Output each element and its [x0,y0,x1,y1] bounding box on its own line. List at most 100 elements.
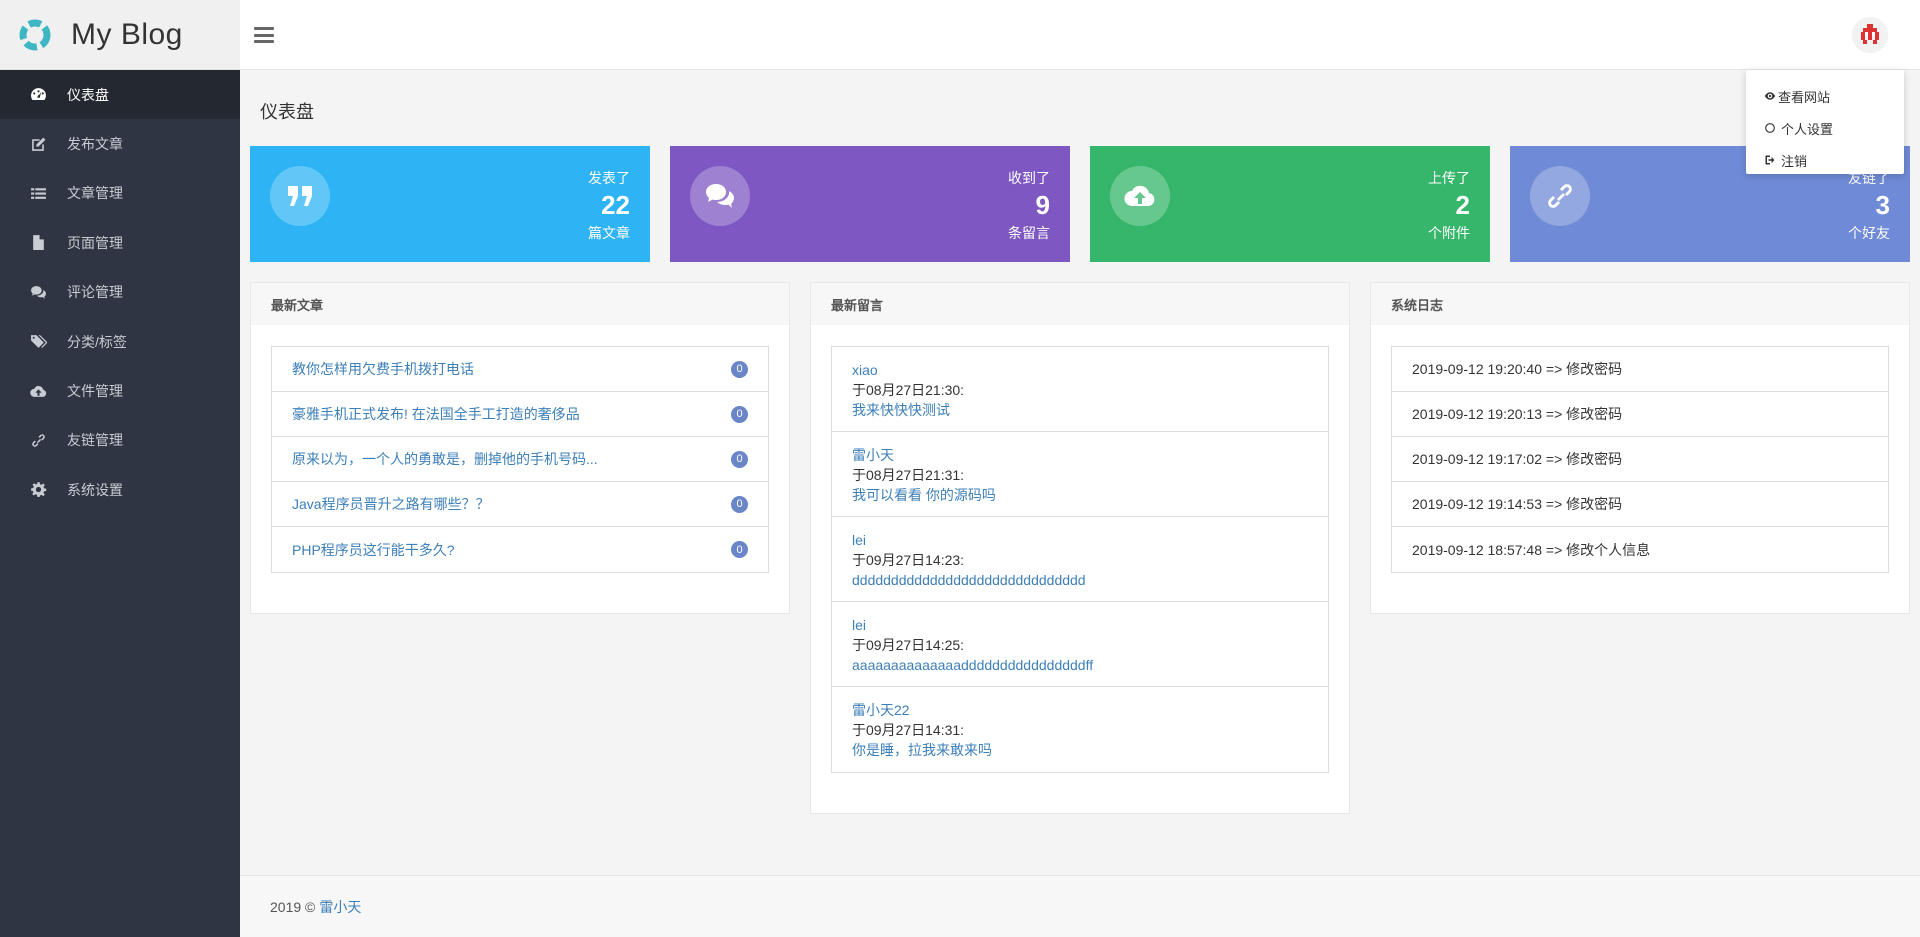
panel-title: 系统日志 [1371,283,1909,325]
settings-icon [1765,123,1775,133]
quote-icon [270,166,330,226]
cloud-upload-icon [28,381,48,401]
sidebar-item-pages[interactable]: 页面管理 [0,218,240,267]
list-item: PHP程序员这行能干多久? 0 [272,527,768,572]
sidebar-item-label: 系统设置 [67,481,123,498]
logo-icon [19,19,51,50]
comment-author[interactable]: 雷小天22 [852,700,1308,720]
comment-author[interactable]: 雷小天 [852,445,1308,465]
stat-label-top: 发表了 [588,170,630,186]
comment-time: 于08月27日21:30: [852,382,965,398]
list-item: lei 于09月27日14:23: dddddddddddddddddddddd… [832,517,1328,602]
dropdown-item-label: 个人设置 [1781,121,1834,137]
comment-author[interactable]: xiao [852,360,1308,380]
brand-title: My Blog [71,17,183,51]
comments-icon [690,166,750,226]
comment-content[interactable]: 我来快快快测试 [852,400,1308,420]
sidebar-item-files[interactable]: 文件管理 [0,366,240,415]
stat-value: 2 [1455,190,1470,220]
log-entry: 2019-09-12 19:20:13 => 修改密码 [1392,392,1888,437]
article-link[interactable]: 原来以为，一个人的勇敢是，删掉他的手机号码... [292,449,731,469]
article-link[interactable]: Java程序员晋升之路有哪些？？ [292,494,731,514]
dashboard-icon [28,85,48,105]
stat-label-bottom: 个好友 [1848,225,1890,241]
tags-icon [28,332,48,352]
comment-count-badge: 0 [731,495,748,513]
avatar-icon [1852,17,1888,53]
sidebar-item-label: 文件管理 [67,383,123,400]
article-link[interactable]: PHP程序员这行能干多久? [292,540,731,560]
log-entry: 2019-09-12 19:14:53 => 修改密码 [1392,482,1888,527]
system-log-panel: 系统日志 2019-09-12 19:20:40 => 修改密码 2019-09… [1370,282,1910,614]
comment-content[interactable]: aaaaaaaaaaaaaaddddddddddddddddff [852,655,1308,675]
comment-time: 于09月27日14:31: [852,722,965,738]
stat-card-comments[interactable]: 收到了 9 条留言 [670,146,1070,262]
comment-count-badge: 0 [731,450,748,468]
stat-value: 3 [1875,190,1890,220]
sidebar-item-tags[interactable]: 分类/标签 [0,317,240,366]
comments-icon [28,282,48,302]
comment-content[interactable]: dddddddddddddddddddddddddddddd [852,570,1308,590]
link-icon [28,430,48,450]
page-title: 仪表盘 [260,102,314,122]
article-link[interactable]: 豪雅手机正式发布! 在法国全手工打造的奢侈品 [292,404,731,424]
comment-author[interactable]: lei [852,615,1308,635]
comment-author[interactable]: lei [852,530,1308,550]
logout-menu-item[interactable]: 注销 [1746,144,1904,176]
stat-value: 9 [1035,190,1050,220]
sidebar-item-dashboard[interactable]: 仪表盘 [0,70,240,120]
sidebar-item-label: 分类/标签 [67,333,127,350]
list-item: xiao 于08月27日21:30: 我来快快快测试 [832,347,1328,432]
sidebar-item-label: 仪表盘 [67,86,109,103]
list-icon [28,183,48,203]
stat-label-bottom: 篇文章 [588,225,630,241]
stat-card-attachments[interactable]: 上传了 2 个附件 [1090,146,1490,262]
log-entry: 2019-09-12 18:57:48 => 修改个人信息 [1412,541,1651,558]
sidebar-item-label: 评论管理 [67,284,123,301]
comment-content[interactable]: 你是睡，拉我来敢来吗 [852,740,1308,760]
gear-icon [28,480,48,500]
sidebar-item-label: 文章管理 [67,185,123,202]
article-list: 教你怎样用欠费手机拨打电话 0 豪雅手机正式发布! 在法国全手工打造的奢侈品 0 原… [271,346,769,573]
comment-time: 于09月27日14:25: [852,637,965,653]
list-item: 原来以为，一个人的勇敢是，删掉他的手机号码... 0 [272,437,768,482]
stat-label-bottom: 个附件 [1428,225,1470,241]
list-item: Java程序员晋升之路有哪些？？ 0 [272,482,768,527]
stat-card-articles[interactable]: 发表了 22 篇文章 [250,146,650,262]
sidebar-item-links[interactable]: 友链管理 [0,416,240,465]
sidebar-item-articles[interactable]: 文章管理 [0,169,240,218]
footer: 2019 © 雷小天 [240,875,1920,937]
stat-label-top: 收到了 [1008,170,1050,186]
article-link[interactable]: 教你怎样用欠费手机拨打电话 [292,359,731,379]
panel-title: 最新留言 [811,283,1349,325]
comment-time: 于09月27日14:23: [852,552,965,568]
author-link[interactable]: 雷小天 [319,897,361,917]
avatar[interactable] [1852,17,1888,53]
comment-content[interactable]: 我可以看看 你的源码吗 [852,485,1308,505]
log-entry: 2019-09-12 19:17:02 => 修改密码 [1392,437,1888,482]
user-dropdown: 查看网站 个人设置 注销 [1746,70,1904,174]
list-item: 雷小天 于08月27日21:31: 我可以看看 你的源码吗 [832,432,1328,517]
sidebar-item-publish[interactable]: 发布文章 [0,119,240,168]
settings-menu-item[interactable]: 个人设置 [1746,112,1904,144]
file-icon [28,233,48,253]
comment-count-badge: 0 [731,405,748,423]
latest-comments-panel: 最新留言 xiao 于08月27日21:30: 我来快快快测试 雷小天 于08月… [810,282,1350,814]
brand: My Blog [0,0,240,70]
sidebar-item-settings[interactable]: 系统设置 [0,465,240,514]
sidebar-item-comments[interactable]: 评论管理 [0,268,240,317]
sidebar-item-label: 友链管理 [67,432,123,449]
sidebar: 仪表盘 发布文章 文章管理 页面管理 评论管理 分类/标签 文件管理 友链管理 … [0,70,240,937]
list-item: 教你怎样用欠费手机拨打电话 0 [272,347,768,392]
dropdown-item-label: 注销 [1781,153,1808,169]
comment-list: xiao 于08月27日21:30: 我来快快快测试 雷小天 于08月27日21… [831,346,1329,773]
copyright-text: 2019 © [270,898,316,915]
menu-toggle-icon[interactable] [254,24,274,46]
edit-icon [28,134,48,154]
list-item: 雷小天22 于09月27日14:31: 你是睡，拉我来敢来吗 [832,687,1328,772]
view-site-menu-item[interactable]: 查看网站 [1746,80,1904,112]
stat-label-top: 上传了 [1428,170,1470,186]
comment-count-badge: 0 [731,360,748,378]
link-icon [1530,166,1590,226]
panel-title: 最新文章 [251,283,789,325]
